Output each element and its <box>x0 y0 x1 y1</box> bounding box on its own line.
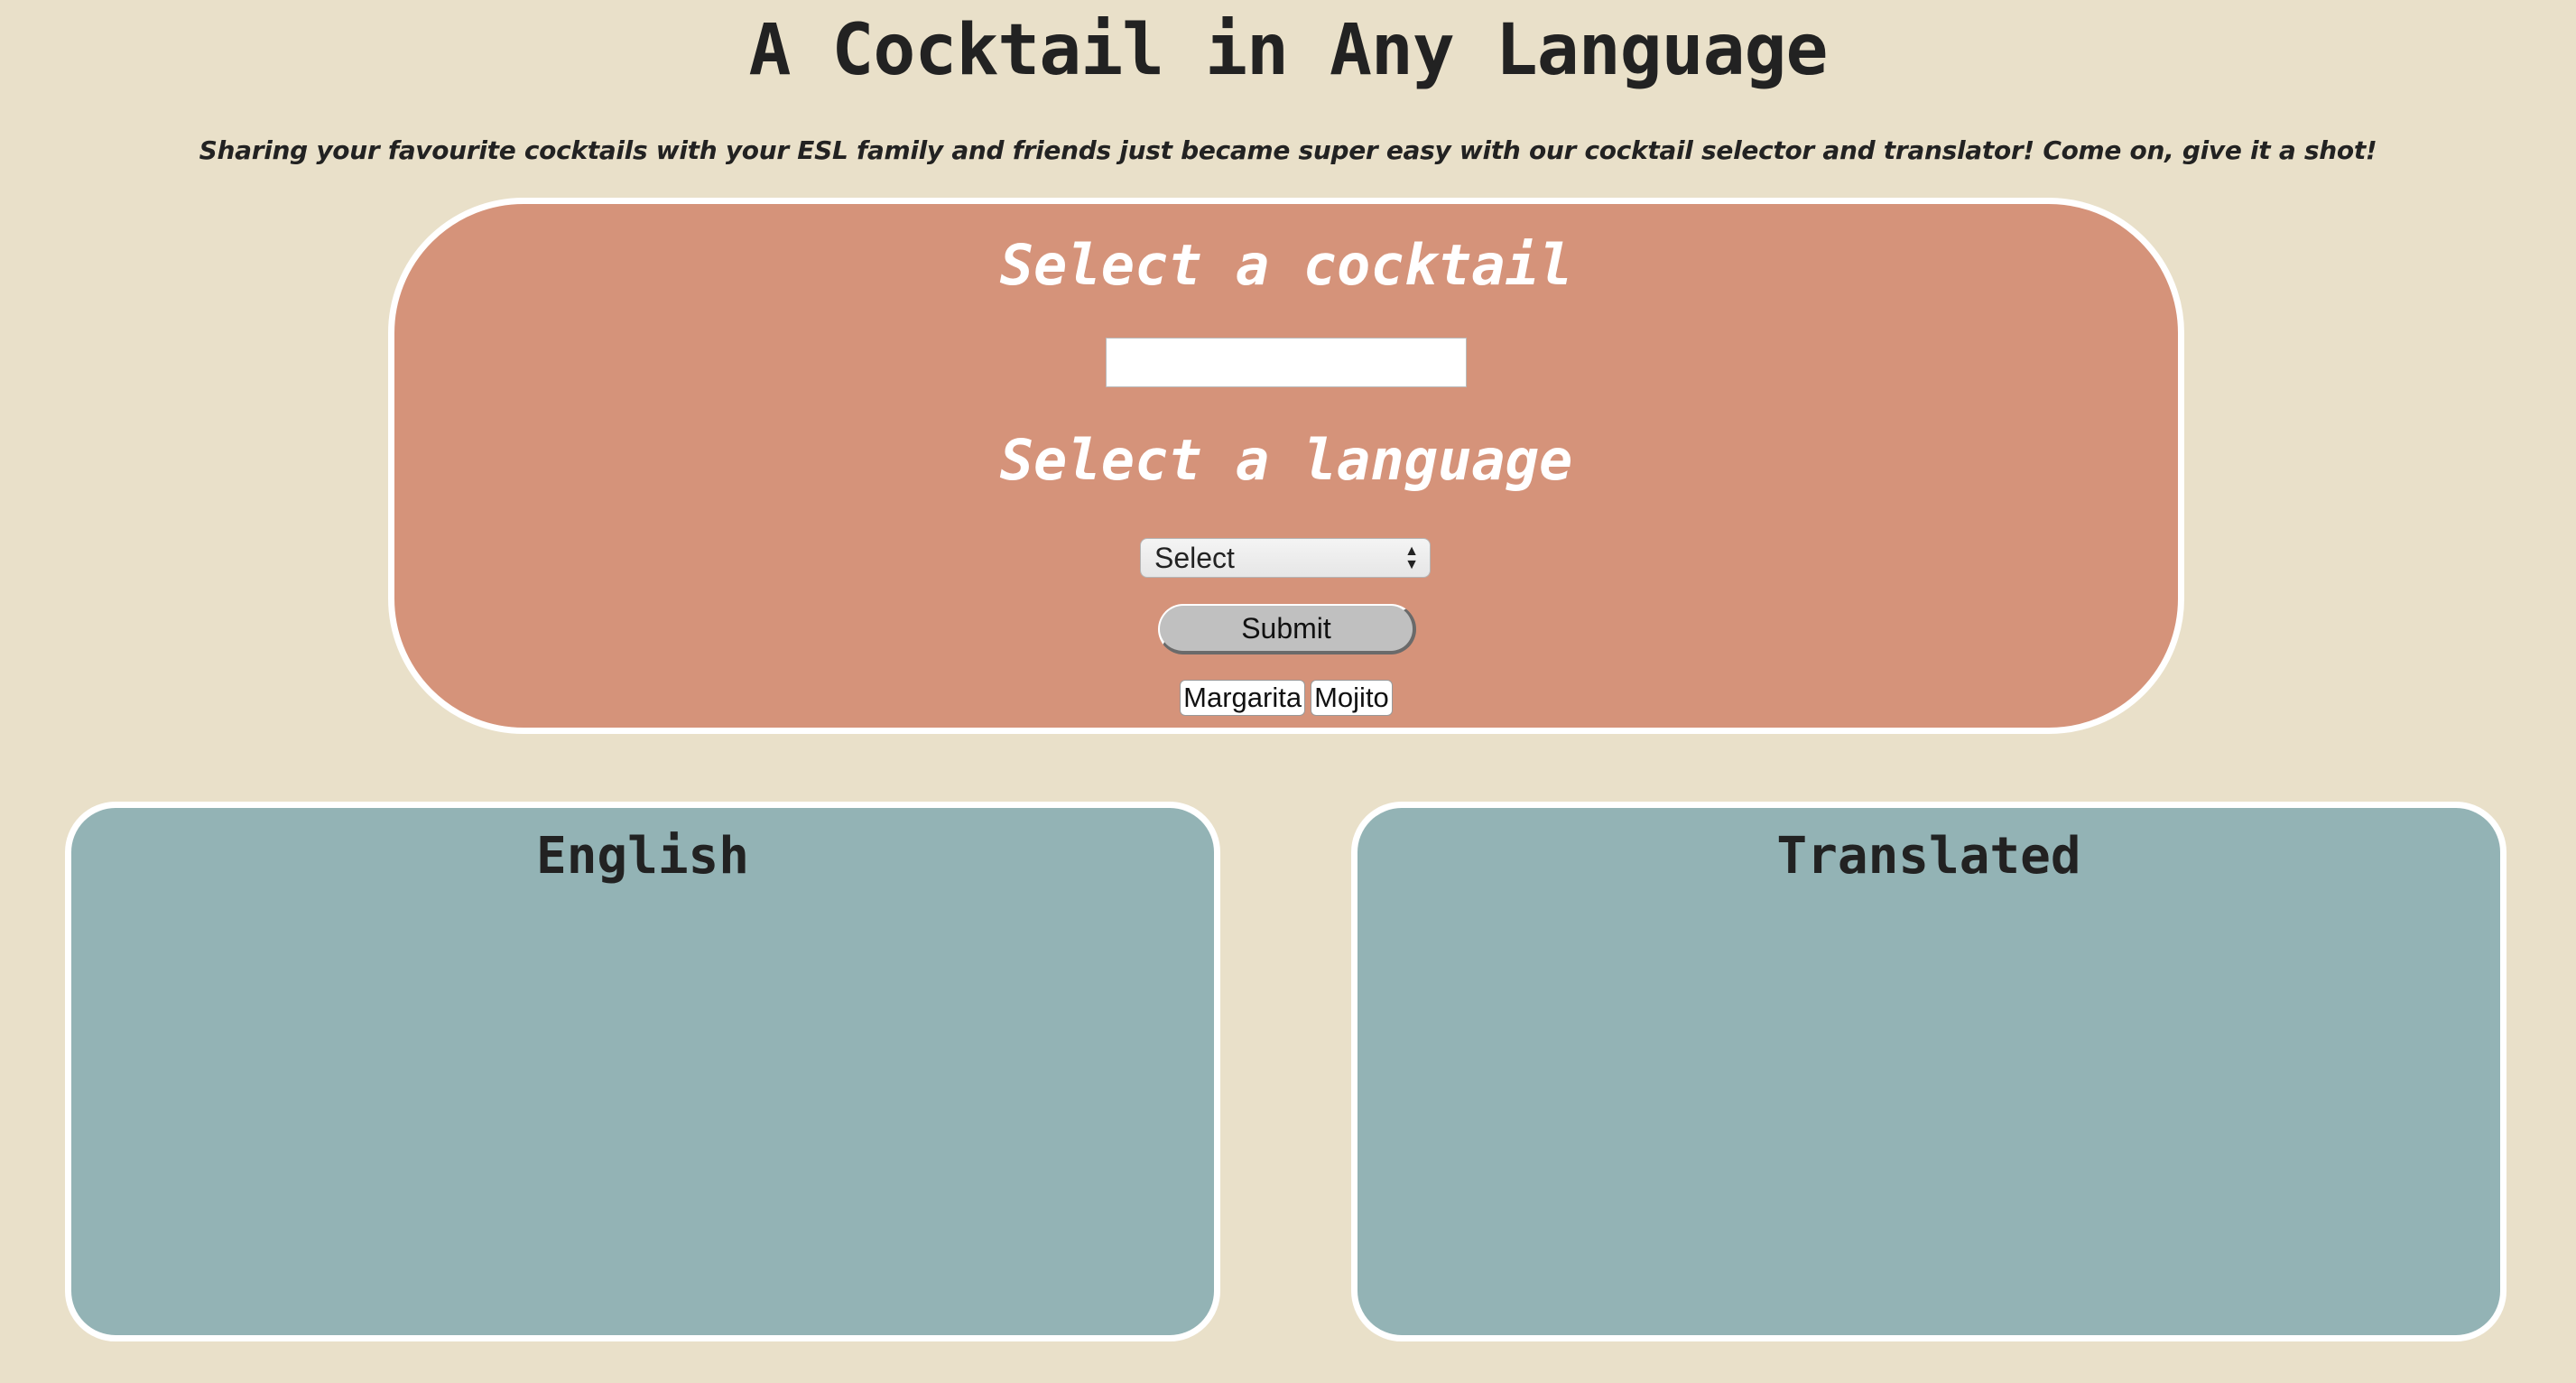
select-language-heading: Select a language <box>999 427 1573 493</box>
english-panel: English <box>65 802 1220 1341</box>
language-select[interactable]: Select ▲ ▼ <box>1140 538 1431 578</box>
submit-button[interactable]: Submit <box>1158 604 1416 654</box>
translated-heading: Translated <box>1776 827 2081 886</box>
cocktail-input[interactable] <box>1106 338 1467 387</box>
page-subtitle: Sharing your favourite cocktails with yo… <box>199 135 2377 165</box>
select-cocktail-heading: Select a cocktail <box>999 232 1573 298</box>
cocktail-selector-panel: Select a cocktail Select a language Sele… <box>388 198 2184 734</box>
english-heading: English <box>535 827 749 886</box>
mojito-button[interactable]: Mojito <box>1311 680 1393 716</box>
page-title: A Cocktail in Any Language <box>748 10 1829 91</box>
english-content <box>107 907 1178 1308</box>
cocktail-quick-picks: Margarita Mojito <box>394 680 2178 716</box>
select-arrows-icon: ▲ ▼ <box>1404 543 1419 572</box>
margarita-button[interactable]: Margarita <box>1180 680 1306 716</box>
translated-panel: Translated <box>1351 802 2507 1341</box>
translated-content <box>1394 907 2464 1308</box>
language-select-value: Select <box>1154 541 1235 574</box>
